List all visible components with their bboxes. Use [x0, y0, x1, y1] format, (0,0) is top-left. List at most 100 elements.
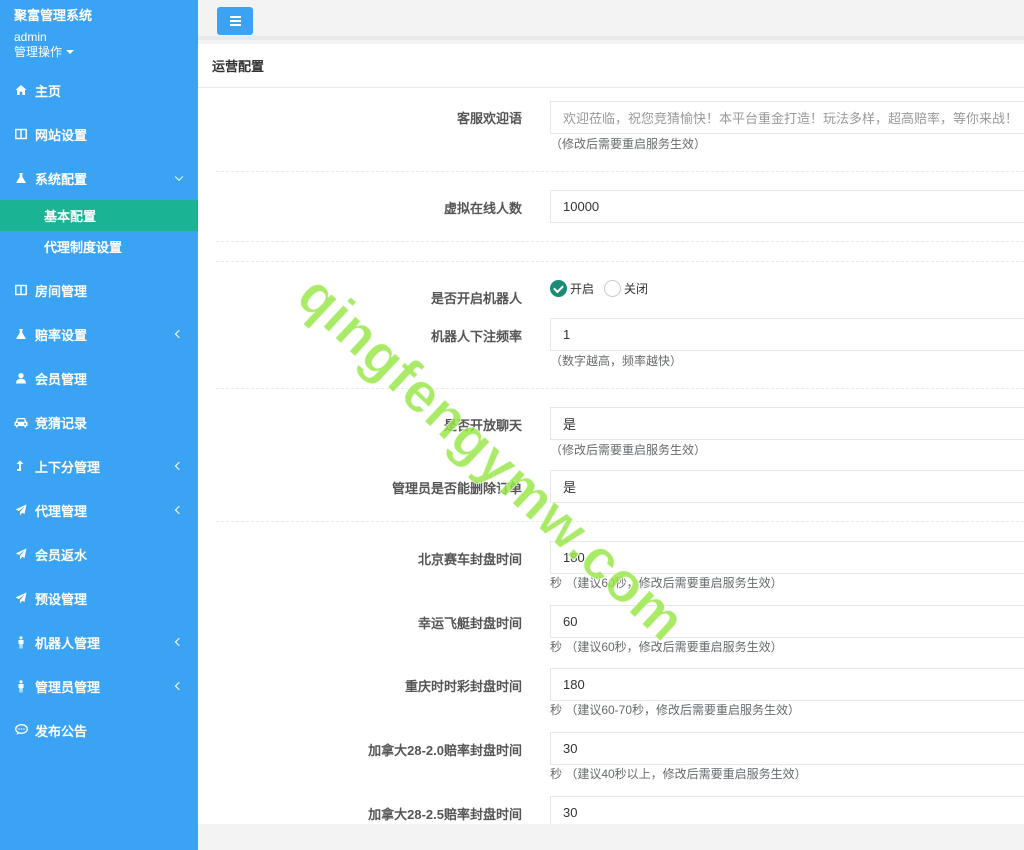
- user-icon: [14, 371, 28, 385]
- sidebar-item-member-management[interactable]: 会员管理: [0, 356, 198, 400]
- sidebar-item-preset-management[interactable]: 预设管理: [0, 576, 198, 620]
- sidebar-subitem-basic-config[interactable]: 基本配置: [0, 200, 198, 231]
- bars-icon: [229, 24, 241, 26]
- sidebar-item-label: 主页: [35, 83, 62, 99]
- robot-enable-off-radio[interactable]: [604, 280, 622, 297]
- sidebar-item-label: 上下分管理: [35, 459, 101, 475]
- divider: [216, 388, 1024, 389]
- robot-bet-freq-label: 机器人下注频率: [430, 329, 522, 344]
- welcome-input[interactable]: 欢迎莅临，祝您竞猜愉快！本平台重金打造！玩法多样，超高赔率，等你来战！: [550, 101, 1024, 134]
- lucky-boat-close-help: 秒 （建议60秒，修改后需要重启服务生效）: [550, 640, 783, 654]
- flask-icon: [14, 171, 28, 185]
- chevron-left-icon: [174, 505, 184, 515]
- sidebar-item-label: 预设管理: [35, 591, 88, 607]
- sidebar-item-room-management[interactable]: 房间管理: [0, 268, 198, 312]
- sidebar-item-guess-records[interactable]: 竞猜记录: [0, 400, 198, 444]
- sidebar-item-label: 网站设置: [35, 127, 88, 143]
- app-title: 聚富管理系统: [14, 8, 93, 23]
- sidebar-item-home[interactable]: 主页: [0, 68, 198, 112]
- sidebar-item-system-config[interactable]: 系统配置: [0, 156, 198, 200]
- sidebar-item-agent-management[interactable]: 代理管理: [0, 488, 198, 532]
- beijing-close-input[interactable]: 180: [550, 541, 1024, 574]
- sidebar-item-points-management[interactable]: 上下分管理: [0, 444, 198, 488]
- robot-enable-label: 是否开启机器人: [430, 291, 522, 306]
- admin-ops-label: 管理操作: [14, 45, 63, 59]
- paper-plane-icon: [14, 591, 28, 605]
- divider: [216, 171, 1024, 172]
- beijing-close-label: 北京赛车封盘时间: [417, 552, 522, 567]
- columns-icon: [14, 127, 28, 141]
- comments-icon: [14, 723, 28, 737]
- sidebar-item-label: 房间管理: [35, 283, 88, 299]
- beijing-close-help: 秒 （建议60秒，修改后需要重启服务生效）: [550, 576, 783, 590]
- canada-20-close-help: 秒 （建议40秒以上，修改后需要重启服务生效）: [550, 767, 807, 781]
- sidebar-item-label: 竞猜记录: [35, 415, 88, 431]
- sidebar-item-label: 会员管理: [35, 371, 88, 387]
- canada-25-close-input[interactable]: 30: [550, 796, 1024, 824]
- top-bar: [198, 0, 1024, 40]
- lucky-boat-close-input[interactable]: 60: [550, 605, 1024, 638]
- sidebar-item-admin-management[interactable]: 管理员管理: [0, 664, 198, 708]
- sidebar-item-site-settings[interactable]: 网站设置: [0, 112, 198, 156]
- config-panel: 运营配置 客服欢迎语 欢迎莅临，祝您竞猜愉快！本平台重金打造！玩法多样，超高赔率…: [198, 44, 1024, 824]
- open-chat-help: （修改后需要重启服务生效）: [550, 443, 707, 457]
- paper-plane-icon: [14, 547, 28, 561]
- sidebar-item-robot-management[interactable]: 机器人管理: [0, 620, 198, 664]
- chevron-down-icon: [174, 172, 184, 182]
- male-icon: [14, 679, 28, 693]
- canada-20-close-label: 加拿大28-2.0赔率封盘时间: [368, 743, 522, 758]
- sidebar-item-label: 基本配置: [44, 209, 97, 224]
- chongqing-close-label: 重庆时时彩封盘时间: [404, 679, 522, 694]
- admin-delete-order-select[interactable]: 是: [550, 470, 1024, 503]
- robot-enable-radio-group: 开启 关闭: [550, 280, 658, 297]
- columns-icon: [14, 283, 28, 297]
- sidebar-subitem-agent-system[interactable]: 代理制度设置: [0, 231, 198, 262]
- home-icon: [14, 83, 28, 97]
- page-bottom-bg: [198, 824, 1024, 850]
- sidebar-item-odds-settings[interactable]: 赔率设置: [0, 312, 198, 356]
- sidebar-item-publish-notice[interactable]: 发布公告: [0, 708, 198, 752]
- username: admin: [14, 30, 47, 44]
- sidebar-item-member-rebate[interactable]: 会员返水: [0, 532, 198, 576]
- chongqing-close-help: 秒 （建议60-70秒，修改后需要重启服务生效）: [550, 703, 801, 717]
- sidebar-item-label: 代理管理: [35, 503, 88, 519]
- robot-bet-freq-help: （数字越高，频率越快）: [550, 354, 683, 368]
- virtual-online-label: 虚拟在线人数: [443, 201, 522, 216]
- sidebar: 聚富管理系统 admin 管理操作 主页 网站设置 系统配置 基本配置 代理制度…: [0, 0, 198, 850]
- sidebar-item-label: 代理制度设置: [44, 240, 123, 255]
- divider: [216, 261, 1024, 262]
- paper-plane-icon: [14, 503, 28, 517]
- sidebar-item-label: 系统配置: [35, 171, 88, 187]
- chevron-left-icon: [174, 681, 184, 691]
- sidebar-nav: 主页 网站设置 系统配置 基本配置 代理制度设置 房间管理 赔率设置 会员管理 …: [0, 68, 198, 752]
- chevron-left-icon: [174, 461, 184, 471]
- sidebar-item-label: 会员返水: [35, 547, 88, 563]
- sidebar-item-label: 发布公告: [35, 723, 88, 739]
- divider: [216, 241, 1024, 242]
- sidebar-toggle-button[interactable]: [217, 7, 253, 35]
- chongqing-close-input[interactable]: 180: [550, 668, 1024, 701]
- car-icon: [14, 415, 28, 429]
- canada-20-close-input[interactable]: 30: [550, 732, 1024, 765]
- sidebar-item-label: 管理员管理: [35, 679, 101, 695]
- male-icon: [14, 635, 28, 649]
- admin-delete-order-label: 管理员是否能删除订单: [391, 481, 522, 496]
- flask-icon: [14, 327, 28, 341]
- radio-label-off: 关闭: [624, 282, 649, 296]
- chevron-left-icon: [174, 329, 184, 339]
- radio-label-on: 开启: [570, 282, 595, 296]
- chevron-left-icon: [174, 637, 184, 647]
- sidebar-item-label: 赔率设置: [35, 327, 88, 343]
- bars-icon: [229, 20, 241, 22]
- sidebar-item-label: 机器人管理: [35, 635, 101, 651]
- virtual-online-input[interactable]: 10000: [550, 190, 1024, 223]
- lucky-boat-close-label: 幸运飞艇封盘时间: [417, 616, 522, 631]
- panel-title: 运营配置: [198, 44, 1024, 88]
- bars-icon: [229, 16, 241, 18]
- canada-25-close-label: 加拿大28-2.5赔率封盘时间: [368, 807, 522, 822]
- robot-enable-on-radio[interactable]: [550, 280, 567, 297]
- open-chat-select[interactable]: 是: [550, 407, 1024, 440]
- robot-bet-freq-input[interactable]: 1: [550, 318, 1024, 351]
- admin-ops-dropdown[interactable]: 管理操作: [14, 44, 184, 60]
- divider: [216, 521, 1024, 522]
